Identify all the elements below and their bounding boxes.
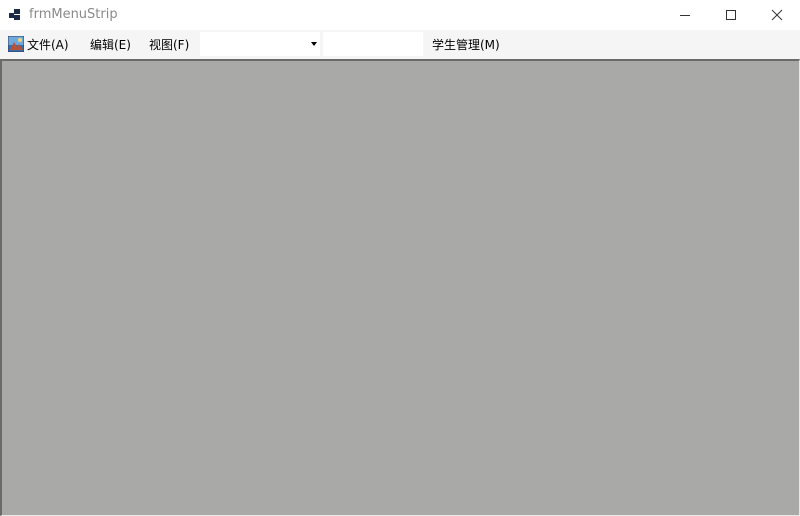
maximize-button[interactable]: [708, 0, 754, 30]
app-form-icon[interactable]: [9, 8, 23, 22]
mdi-client-area[interactable]: [0, 59, 800, 516]
minimize-icon: [680, 15, 690, 16]
minimize-button[interactable]: [662, 0, 708, 30]
menu-student-management[interactable]: 学生管理(M): [432, 33, 500, 55]
menu-strip: 文件(A) 编辑(E) 视图(F) 学生管理(M): [0, 30, 800, 59]
menu-textbox[interactable]: [323, 32, 423, 56]
main-window: frmMenuStrip 文件(A) 编辑(E) 视图(F) 学生管理(M): [0, 0, 800, 516]
menu-combobox[interactable]: [200, 32, 320, 56]
close-button[interactable]: [754, 0, 800, 30]
menu-edit[interactable]: 编辑(E): [90, 33, 131, 55]
menu-edit-label: 编辑(E): [90, 37, 131, 52]
menu-file[interactable]: 文件(A): [7, 33, 69, 55]
maximize-icon: [726, 10, 736, 20]
close-icon: [771, 9, 783, 21]
dropdown-arrow-icon[interactable]: [311, 42, 317, 46]
window-title: frmMenuStrip: [29, 7, 118, 22]
picture-icon: [7, 35, 25, 53]
title-bar[interactable]: frmMenuStrip: [0, 0, 800, 30]
menu-view-label: 视图(F): [149, 37, 190, 52]
menu-view[interactable]: 视图(F): [149, 33, 189, 55]
menu-student-label: 学生管理(M): [432, 37, 500, 52]
menu-file-label: 文件(A): [27, 37, 69, 52]
